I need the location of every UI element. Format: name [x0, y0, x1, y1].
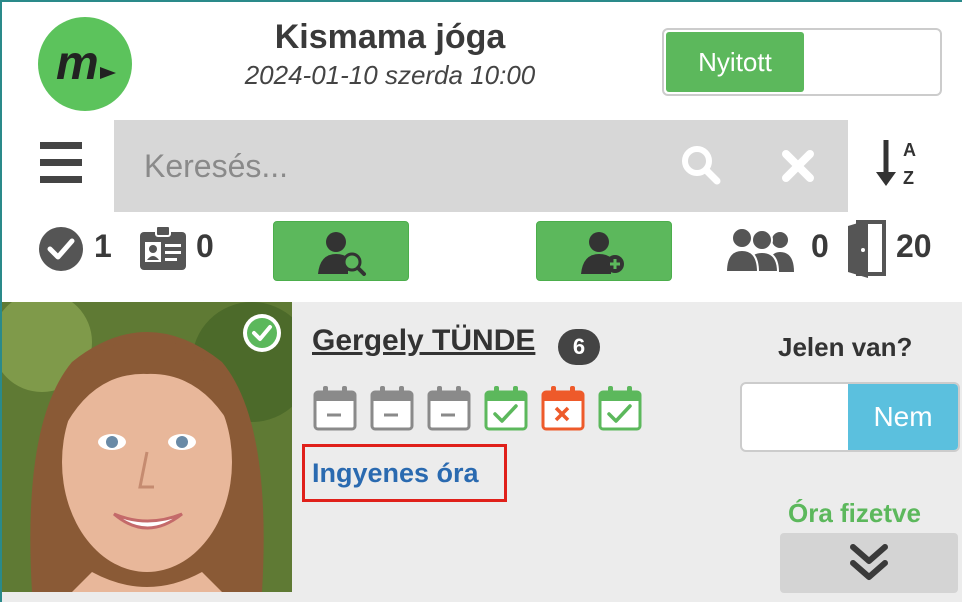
highlight-frame [302, 444, 507, 502]
page-title: Kismama jóga [274, 18, 506, 56]
search-input[interactable] [144, 142, 644, 190]
attendee-name-link[interactable]: Gergely TÜNDE [312, 324, 535, 358]
pass-count: 0 [196, 228, 214, 264]
search-member-button[interactable] [273, 221, 409, 281]
clear-search-icon[interactable] [780, 148, 816, 189]
svg-text:A: A [903, 140, 916, 160]
svg-text:Z: Z [903, 168, 914, 188]
calendar-missed-icon [540, 384, 586, 437]
calendar-empty-icon [312, 384, 358, 437]
attendance-count-badge: 6 [558, 329, 600, 365]
door-icon [846, 218, 888, 285]
double-chevron-down-icon [850, 544, 888, 580]
status-toggle-on-label: Nyitott [666, 32, 804, 92]
search-bar [114, 120, 848, 212]
calendar-attended-icon [483, 384, 529, 437]
door-count: 20 [896, 228, 932, 264]
hamburger-menu-icon[interactable] [40, 140, 84, 184]
present-toggle[interactable]: Nem [740, 382, 960, 452]
checked-badge-icon [242, 313, 282, 358]
search-icon[interactable] [680, 144, 722, 191]
pass-card-icon [138, 224, 188, 277]
present-question-label: Jelen van? [778, 332, 913, 362]
present-toggle-off-label: Nem [848, 384, 958, 450]
group-count: 0 [811, 228, 829, 264]
calendar-empty-icon [426, 384, 472, 437]
app-logo: m [38, 17, 132, 111]
user-search-icon [318, 232, 366, 276]
group-icon [724, 226, 804, 279]
checked-in-count: 1 [94, 228, 112, 264]
logo-letter: m [56, 37, 99, 90]
session-status-toggle[interactable]: Nyitott [662, 28, 942, 96]
calendar-attended-icon [597, 384, 643, 437]
sort-alpha-icon[interactable]: A Z [873, 136, 923, 197]
session-datetime: 2024-01-10 szerda 10:00 [244, 60, 536, 90]
user-add-icon [581, 232, 624, 274]
checked-in-icon [38, 226, 84, 277]
calendar-empty-icon [369, 384, 415, 437]
expand-details-button[interactable] [780, 533, 958, 593]
add-member-button[interactable] [536, 221, 672, 281]
payment-status: Óra fizetve [788, 498, 921, 528]
